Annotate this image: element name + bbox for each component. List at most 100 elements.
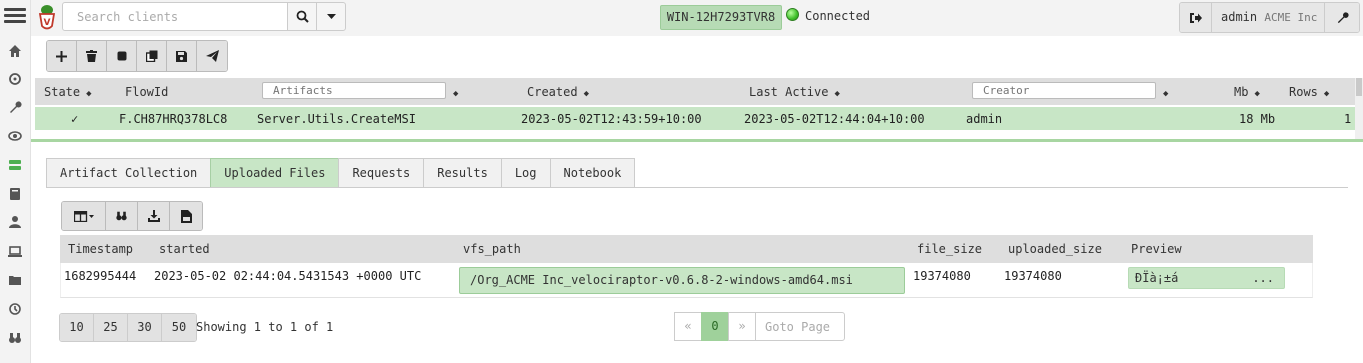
col-flowid[interactable]: FlowId: [125, 85, 168, 99]
velociraptor-logo-icon[interactable]: V: [37, 4, 57, 32]
upload-started: 2023-05-02 02:44:04.5431543 +0000 UTC: [154, 269, 422, 283]
copy-collection-button[interactable]: [137, 41, 167, 71]
search-options-dropdown[interactable]: [316, 2, 346, 31]
col-uploaded-size[interactable]: uploaded_size: [1008, 242, 1102, 256]
flows-scrollbar[interactable]: [1355, 78, 1363, 139]
eye-icon[interactable]: [7, 129, 23, 145]
crosshair-icon[interactable]: [7, 72, 23, 88]
artifacts-filter-input[interactable]: [262, 82, 446, 99]
tab-log[interactable]: Log: [500, 158, 551, 187]
svg-text:V: V: [44, 18, 51, 28]
flows-table-header: State◆ FlowId ◆ Created◆ Last Active◆ ◆ …: [35, 78, 1357, 105]
flow-state-check-icon: ✓: [71, 112, 79, 126]
pager: « 0 »: [674, 312, 845, 341]
flow-row-partial[interactable]: [35, 130, 1357, 139]
upload-uploaded-size: 19374080: [1004, 269, 1062, 283]
col-rows[interactable]: Rows ◆: [1289, 85, 1329, 99]
flow-toolbar: [46, 40, 228, 72]
flow-creator: admin: [966, 112, 1003, 126]
page-size-10[interactable]: 10: [60, 314, 94, 341]
delete-collection-button[interactable]: [77, 41, 107, 71]
goto-page-input[interactable]: [755, 312, 845, 341]
wrench-icon: [1337, 12, 1349, 24]
col-started[interactable]: started: [159, 242, 210, 256]
tab-artifact-collection[interactable]: Artifact Collection: [46, 158, 212, 187]
client-search-input[interactable]: [62, 2, 288, 31]
page-size-selector: 10 25 30 50: [59, 313, 197, 342]
hamburger-menu-icon[interactable]: [4, 5, 26, 27]
send-collection-button[interactable]: [197, 41, 227, 71]
sort-icon[interactable]: ◆: [1254, 89, 1259, 99]
pane-splitter[interactable]: [31, 139, 1363, 142]
page-size-50[interactable]: 50: [162, 314, 196, 341]
tab-results[interactable]: Results: [423, 158, 502, 187]
download-button[interactable]: [138, 202, 170, 230]
preview-more: ...: [1252, 271, 1274, 285]
search-button[interactable]: [287, 2, 317, 31]
col-preview[interactable]: Preview: [1131, 242, 1182, 256]
col-mb[interactable]: Mb ◆: [1234, 85, 1260, 99]
connected-status-icon: [786, 8, 799, 21]
creator-filter-input[interactable]: [972, 82, 1156, 99]
col-created[interactable]: Created ◆: [527, 85, 589, 99]
page-size-30[interactable]: 30: [128, 314, 162, 341]
user-controls: admin ACME Inc: [1179, 2, 1360, 33]
file-csv-icon: [180, 209, 192, 223]
sort-icon[interactable]: ◆: [86, 89, 91, 99]
book-icon[interactable]: [7, 187, 23, 203]
copy-icon: [145, 50, 157, 62]
col-timestamp[interactable]: Timestamp: [68, 242, 133, 256]
flow-row-selected[interactable]: ✓ F.CH87HRQ378LC8 Server.Utils.CreateMSI…: [35, 107, 1357, 130]
col-state[interactable]: State ◆: [44, 85, 92, 99]
table-row: 1682995444 2023-05-02 02:44:04.5431543 +…: [60, 263, 1313, 298]
tab-uploaded-files[interactable]: Uploaded Files: [210, 158, 340, 187]
prev-page-button[interactable]: «: [674, 312, 702, 341]
username: admin: [1221, 10, 1258, 24]
trash-icon: [86, 50, 97, 62]
org-name: ACME Inc: [1264, 11, 1318, 24]
uploads-table-header: Timestamp started vfs_path file_size upl…: [60, 235, 1313, 263]
wrench-icon[interactable]: [7, 100, 23, 116]
current-page-button[interactable]: 0: [701, 312, 729, 341]
new-collection-button[interactable]: [47, 41, 77, 71]
user-settings-button[interactable]: [1325, 3, 1359, 32]
binoculars-icon[interactable]: [7, 331, 23, 347]
sort-icon[interactable]: ◆: [1324, 89, 1329, 99]
sort-icon[interactable]: ◆: [834, 89, 839, 99]
search-icon: [296, 10, 309, 23]
search-table-button[interactable]: [106, 202, 138, 230]
artifacts-sort-icon[interactable]: ◆: [453, 85, 458, 99]
flow-mb: 18 Mb: [1239, 112, 1276, 126]
sort-icon[interactable]: ◆: [584, 89, 589, 99]
col-last-active[interactable]: Last Active ◆: [749, 85, 840, 99]
flow-detail-tabs: Artifact Collection Uploaded Files Reque…: [46, 158, 636, 187]
tab-notebook[interactable]: Notebook: [549, 158, 636, 187]
flow-last-active: 2023-05-02T12:44:04+10:00: [744, 112, 925, 126]
col-vfs-path[interactable]: vfs_path: [463, 242, 521, 256]
flow-created: 2023-05-02T12:43:59+10:00: [521, 112, 702, 126]
showing-count: Showing 1 to 1 of 1: [196, 320, 334, 334]
save-collection-button[interactable]: [167, 41, 197, 71]
paper-plane-icon: [205, 50, 219, 62]
home-icon[interactable]: [7, 44, 23, 60]
col-file-size[interactable]: file_size: [917, 242, 982, 256]
client-hostname-badge[interactable]: WIN-12H7293TVR8: [660, 5, 782, 30]
history-icon[interactable]: [7, 302, 23, 318]
tab-requests[interactable]: Requests: [338, 158, 425, 187]
next-page-button[interactable]: »: [728, 312, 756, 341]
logout-button[interactable]: [1180, 3, 1212, 32]
stop-icon: [117, 51, 126, 61]
export-csv-button[interactable]: [170, 202, 202, 230]
folder-icon[interactable]: [7, 273, 23, 289]
server-icon[interactable]: [7, 158, 23, 174]
preview-button[interactable]: ÐÏà¡±á ...: [1128, 267, 1285, 289]
column-selector-button[interactable]: [62, 202, 106, 230]
vfs-path-link[interactable]: /Org_ACME Inc_velociraptor-v0.6.8-2-wind…: [459, 267, 905, 294]
user-menu-button[interactable]: admin ACME Inc: [1212, 3, 1325, 32]
user-icon[interactable]: [7, 215, 23, 231]
stop-collection-button[interactable]: [107, 41, 137, 71]
laptop-icon[interactable]: [7, 244, 23, 260]
flow-rows: 1: [1344, 112, 1352, 126]
creator-sort-icon[interactable]: ◆: [1163, 85, 1168, 99]
page-size-25[interactable]: 25: [94, 314, 128, 341]
